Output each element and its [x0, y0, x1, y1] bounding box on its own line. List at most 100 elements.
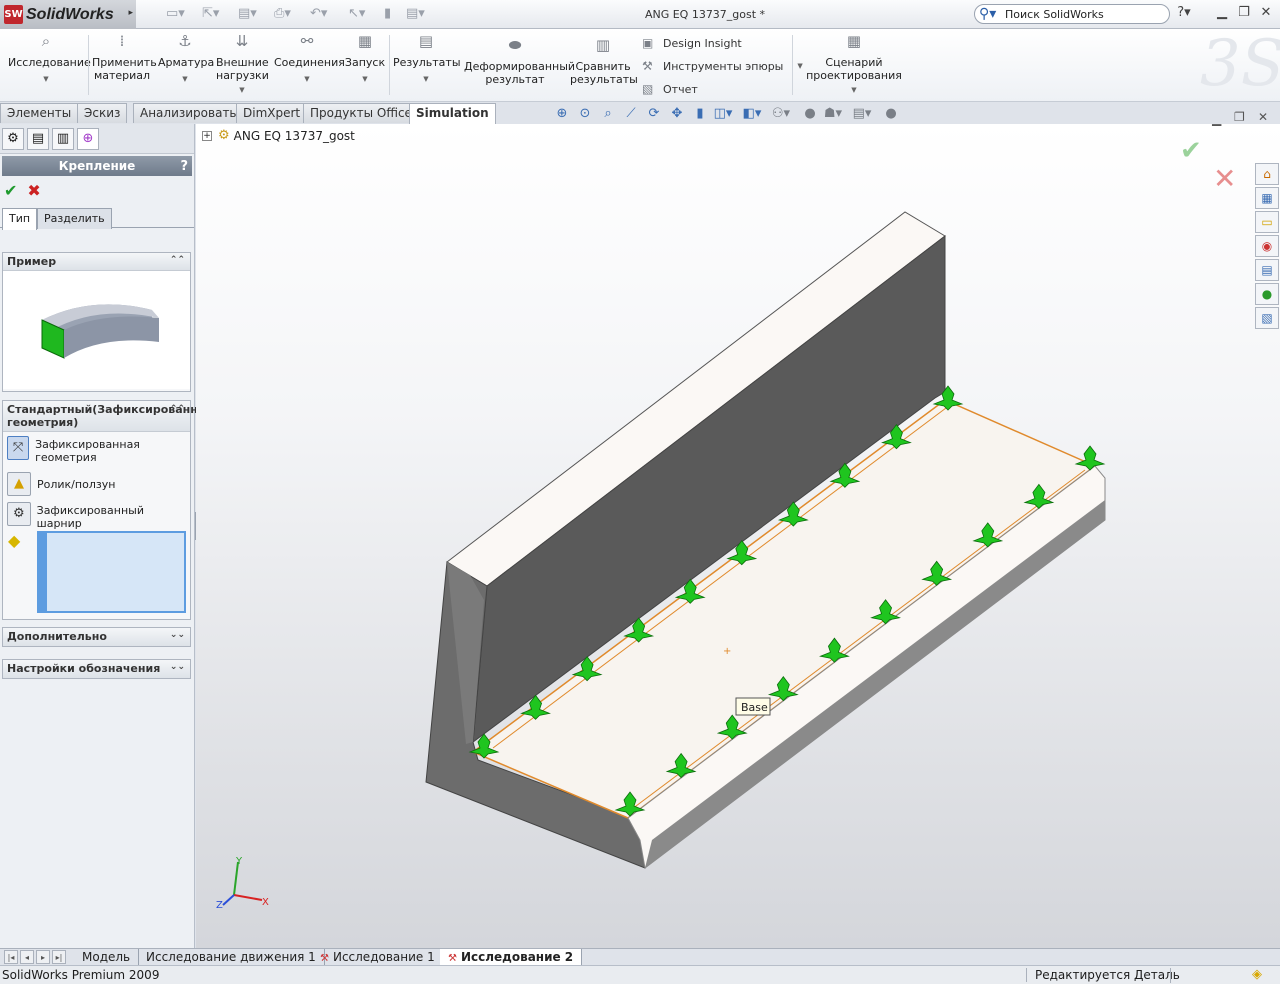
graphics-viewport[interactable]: Base + Y X Z + ⚙ ANG EQ 13737_gost ✔ ✕: [196, 124, 1280, 948]
section-view-icon[interactable]: ⟋: [621, 106, 641, 121]
search-box[interactable]: ⚲▾ Поиск SolidWorks: [974, 4, 1170, 24]
solidworks-menu-button[interactable]: SW SolidWorks ▸: [0, 0, 136, 29]
appearances-icon[interactable]: ●: [1255, 283, 1279, 305]
property-manager-tabs: Тип Разделить: [0, 204, 194, 230]
tab-features[interactable]: Элементы: [0, 103, 79, 123]
appearance-icon[interactable]: ⚇▾: [771, 106, 791, 121]
render-icon[interactable]: ●: [881, 106, 901, 121]
deformed-result-label: Деформированный результат: [464, 60, 576, 86]
results-button[interactable]: ▤ Результаты ▼: [393, 34, 461, 86]
restore-icon[interactable]: ❐: [1235, 5, 1253, 20]
external-loads-button[interactable]: ⇊ Внешние нагрузки ▼: [216, 34, 269, 97]
configuration-tab-icon[interactable]: ▥: [52, 128, 74, 150]
prev-tab-icon[interactable]: ◂: [20, 950, 34, 964]
design-library-icon[interactable]: ▦: [1255, 187, 1279, 209]
design-insight-button[interactable]: ▣ Design Insight: [642, 36, 742, 50]
undo-icon[interactable]: ↶▾: [310, 6, 327, 21]
tab-simulation[interactable]: Simulation: [409, 103, 496, 125]
rotate-view-icon[interactable]: ⟳: [644, 106, 664, 121]
task-pane-tabs: ⌂ ▦ ▭ ◉ ▤ ● ▧: [1255, 163, 1280, 329]
doc-close-icon[interactable]: ✕: [1258, 110, 1268, 124]
close-icon[interactable]: ✕: [1257, 5, 1275, 20]
rebuild-icon[interactable]: ▮: [384, 6, 391, 21]
next-tab-icon[interactable]: ▸: [36, 950, 50, 964]
tab-study-2[interactable]: ⚒ Исследование 2: [440, 949, 583, 966]
zoom-to-fit-icon[interactable]: ⊕: [552, 106, 572, 121]
roller-slider-option[interactable]: ▲ Ролик/ползун: [7, 472, 190, 496]
confirm-corner-ok-icon[interactable]: ✔: [1180, 136, 1202, 166]
design-scenario-button[interactable]: ▦ Сценарий проектирования ▼: [804, 32, 904, 97]
symbol-settings-group[interactable]: Настройки обозначения ⌄⌄: [2, 659, 191, 679]
fixed-geometry-option[interactable]: ⤧ Зафиксированная геометрия: [7, 436, 190, 464]
expand-icon[interactable]: +: [202, 130, 212, 141]
tag-icon[interactable]: ◈: [1252, 967, 1262, 982]
selected-entities-list[interactable]: [37, 531, 186, 613]
open-document-icon[interactable]: ⇱▾: [202, 6, 219, 21]
lights-icon[interactable]: ☗▾: [823, 106, 843, 121]
tab-motion-study-1[interactable]: Исследование движения 1: [138, 949, 325, 966]
display-style-icon[interactable]: ◫▾: [713, 106, 733, 121]
zoom-to-area-icon[interactable]: ⊙: [575, 106, 595, 121]
example-group-header[interactable]: Пример ⌃⌃: [3, 253, 190, 271]
search-results-icon[interactable]: ◉: [1255, 235, 1279, 257]
tab-model[interactable]: Модель: [74, 949, 140, 966]
advanced-group-header[interactable]: Дополнительно ⌄⌄: [3, 628, 190, 646]
previous-view-icon[interactable]: ⌕: [598, 106, 618, 121]
fixed-hinge-option[interactable]: ⚙ Зафиксированный шарнир: [7, 502, 190, 530]
run-button[interactable]: ▦ Запуск ▼: [344, 34, 386, 86]
advanced-group[interactable]: Дополнительно ⌄⌄: [2, 627, 191, 647]
chevron-down-icon: ▼: [43, 75, 49, 83]
help-icon[interactable]: ?: [180, 157, 188, 177]
help-icon[interactable]: ?▾: [1175, 5, 1193, 20]
fixtures-button[interactable]: ⚓ Арматура ▼: [158, 32, 214, 86]
symbol-settings-header[interactable]: Настройки обозначения ⌄⌄: [3, 660, 190, 678]
design-scenario-icon: ▦: [846, 32, 862, 50]
view-orientation-icon[interactable]: ▮: [690, 106, 710, 121]
compare-results-button[interactable]: ▥ Сравнить результаты: [570, 38, 638, 87]
standard-group-header[interactable]: Стандартный(Зафиксированна геометрия) ⌃⌃: [3, 401, 205, 432]
connections-button[interactable]: ⚯ Соединения ▼: [274, 34, 345, 86]
scene-icon[interactable]: ●: [800, 106, 820, 121]
design-insight-icon: ▣: [642, 36, 654, 50]
custom-properties-icon[interactable]: ▧: [1255, 307, 1279, 329]
plot-tools-button[interactable]: ⚒ Инструменты эпюры ▼: [642, 59, 803, 73]
feature-tree-tab-icon[interactable]: ⚙: [2, 128, 24, 150]
doc-minimize-icon[interactable]: ▁: [1212, 112, 1221, 126]
new-document-icon[interactable]: ▭▾: [166, 6, 185, 21]
property-manager-tab-icon[interactable]: ▤: [27, 128, 49, 150]
ok-icon[interactable]: ✔: [4, 181, 17, 204]
confirm-corner-cancel-icon[interactable]: ✕: [1213, 162, 1236, 195]
view-settings-icon[interactable]: ▤▾: [852, 106, 872, 121]
view-palette-icon[interactable]: ▤: [1255, 259, 1279, 281]
first-tab-icon[interactable]: |◂: [4, 950, 18, 964]
feature-tree-root[interactable]: + ⚙ ANG EQ 13737_gost: [202, 128, 355, 143]
options-icon[interactable]: ▤▾: [406, 6, 425, 21]
tab-split[interactable]: Разделить: [37, 208, 112, 229]
home-icon[interactable]: ⌂: [1255, 163, 1279, 185]
report-button[interactable]: ▧ Отчет: [642, 82, 698, 96]
fixtures-icon: ⚓: [178, 32, 192, 50]
symbol-settings-title: Настройки обозначения: [7, 662, 161, 675]
minimize-icon[interactable]: ▁: [1213, 5, 1231, 20]
roller-slider-icon: ▲: [7, 472, 31, 496]
tab-study-1[interactable]: ⚒ Исследование 1: [312, 949, 444, 966]
search-input[interactable]: Поиск SolidWorks: [1005, 8, 1104, 21]
apply-material-button[interactable]: ⁞ Применить материал: [92, 34, 157, 83]
tab-type[interactable]: Тип: [2, 208, 38, 230]
deformed-result-button[interactable]: ⬬ Деформированный результат: [464, 38, 575, 87]
save-icon[interactable]: ▤▾: [238, 6, 257, 21]
pan-icon[interactable]: ✥: [667, 106, 687, 121]
file-explorer-icon[interactable]: ▭: [1255, 211, 1279, 233]
tab-dimxpert[interactable]: DimXpert: [236, 103, 308, 123]
hide-show-icon[interactable]: ◧▾: [742, 106, 762, 121]
doc-restore-icon[interactable]: ❐: [1234, 110, 1245, 124]
last-tab-icon[interactable]: ▸|: [52, 950, 66, 964]
dimxpert-tab-icon[interactable]: ⊕: [77, 128, 99, 150]
study-button[interactable]: ⌕ Исследование ▼: [8, 34, 91, 86]
tab-sketch[interactable]: Эскиз: [77, 103, 128, 123]
tab-evaluate[interactable]: Анализировать: [133, 103, 244, 123]
select-icon[interactable]: ↖▾: [348, 6, 365, 21]
tab-office-products[interactable]: Продукты Office: [303, 103, 419, 123]
print-icon[interactable]: ⎙▾: [274, 6, 291, 21]
cancel-icon[interactable]: ✖: [27, 181, 40, 204]
